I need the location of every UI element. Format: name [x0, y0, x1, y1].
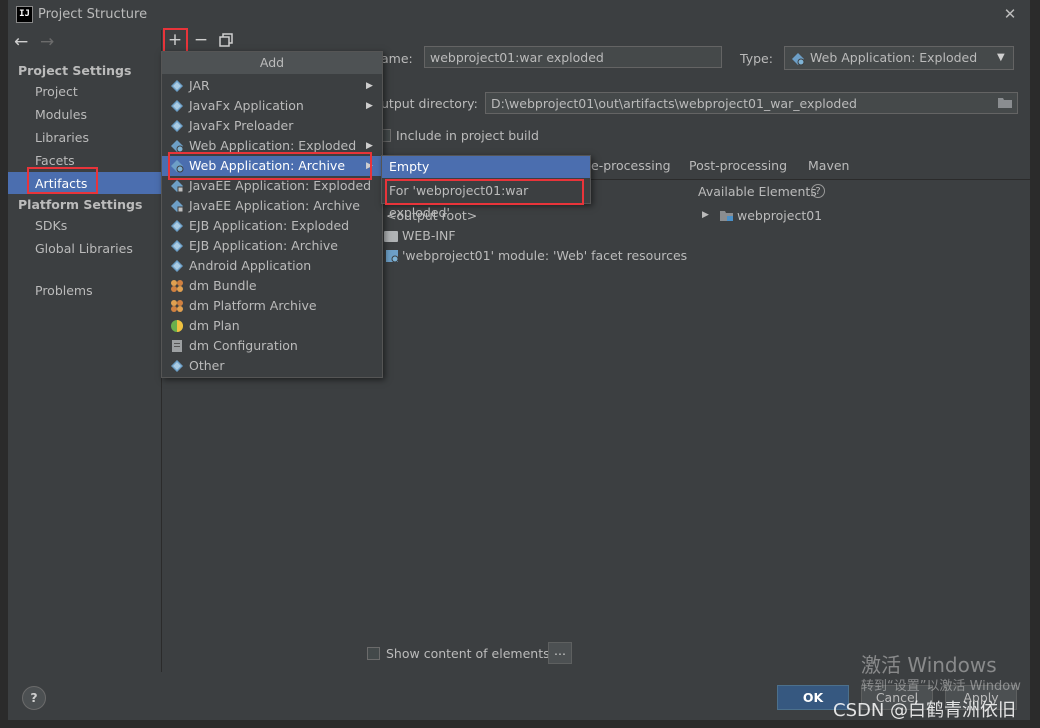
bundle-icon — [170, 279, 184, 293]
add-menu-item[interactable]: JAR ▶ — [162, 76, 382, 96]
type-select-value: Web Application: Exploded — [810, 50, 978, 65]
expand-arrow-icon[interactable]: ▶ — [702, 210, 709, 220]
artifact-details-panel — [363, 30, 1030, 672]
sidebar-item-problems[interactable]: Problems — [35, 283, 93, 298]
artifact-diamond-icon — [170, 119, 184, 133]
archive-item-highlight-box — [168, 152, 372, 180]
add-menu-item-label: JavaEE Application: Archive — [189, 198, 360, 213]
type-label: Type: — [740, 51, 773, 66]
tab-post-processing[interactable]: Post-processing — [689, 158, 787, 173]
close-icon[interactable]: ✕ — [1000, 4, 1020, 24]
web-facet-icon — [385, 249, 399, 263]
chevron-down-icon: ▼ — [997, 52, 1005, 63]
add-menu-item-label: JavaFx Preloader — [189, 118, 294, 133]
for-item-highlight-box — [385, 179, 584, 205]
platform-settings-header: Platform Settings — [18, 197, 143, 212]
sidebar-item-modules[interactable]: Modules — [35, 107, 87, 122]
show-content-label: Show content of elements — [386, 646, 550, 661]
folder-icon — [384, 231, 398, 242]
add-menu-item[interactable]: JavaFx Application ▶ — [162, 96, 382, 116]
project-settings-header: Project Settings — [18, 63, 132, 78]
tree-item-facet-resources[interactable]: 'webproject01' module: 'Web' facet resou… — [402, 248, 687, 263]
tree-item-web-inf[interactable]: WEB-INF — [402, 228, 456, 243]
csdn-watermark: CSDN @白鹤青洲依旧 — [833, 700, 1017, 721]
activate-windows-title: 激活 Windows — [861, 653, 997, 677]
artifact-type-select[interactable]: Web Application: Exploded ▼ — [784, 46, 1014, 70]
web-artifact-icon — [170, 139, 184, 153]
add-menu-item[interactable]: JavaFx Preloader — [162, 116, 382, 136]
available-elements-header: Available Elements — [698, 184, 817, 199]
sidebar-item-libraries[interactable]: Libraries — [35, 130, 89, 145]
remove-button[interactable]: − — [191, 30, 211, 50]
copy-icon[interactable] — [219, 33, 233, 47]
add-menu-item[interactable]: dm Plan — [162, 316, 382, 336]
intellij-logo-icon: IJ — [16, 6, 33, 23]
add-menu-item-label: JavaFx Application — [189, 98, 304, 113]
window-title: Project Structure — [38, 7, 148, 22]
add-menu-item[interactable]: dm Platform Archive — [162, 296, 382, 316]
add-menu-item-label: JAR — [189, 78, 210, 93]
add-menu-item-label: dm Configuration — [189, 338, 298, 353]
artifacts-highlight-box — [27, 167, 98, 194]
add-menu-item-label: EJB Application: Exploded — [189, 218, 350, 233]
add-menu-item[interactable]: EJB Application: Archive — [162, 236, 382, 256]
sidebar-item-project[interactable]: Project — [35, 84, 78, 99]
folder-browse-icon[interactable] — [997, 96, 1013, 109]
include-in-build-label: Include in project build — [396, 128, 539, 143]
artifact-diamond-icon — [170, 219, 184, 233]
web-artifact-icon — [791, 51, 805, 66]
add-menu-item-label: dm Plan — [189, 318, 240, 333]
add-menu-item[interactable]: EJB Application: Exploded — [162, 216, 382, 236]
submenu-item-empty[interactable]: Empty — [382, 156, 590, 178]
add-menu-item-label: EJB Application: Archive — [189, 238, 338, 253]
help-circle-icon[interactable]: ? — [811, 184, 825, 198]
forward-arrow-icon[interactable]: → — [40, 32, 54, 52]
back-arrow-icon[interactable]: ← — [14, 32, 28, 52]
available-item-webproject01[interactable]: webproject01 — [737, 208, 822, 223]
artifact-diamond-icon — [170, 79, 184, 93]
plan-icon — [170, 319, 184, 333]
output-directory-label: utput directory: — [381, 96, 478, 111]
sidebar-item-facets[interactable]: Facets — [35, 153, 75, 168]
settings-sidebar — [8, 30, 161, 672]
sidebar-item-global-libraries[interactable]: Global Libraries — [35, 241, 133, 256]
add-menu-item[interactable]: Android Application — [162, 256, 382, 276]
configuration-icon — [170, 339, 184, 353]
add-menu-item-label: dm Platform Archive — [189, 298, 317, 313]
help-button[interactable]: ? — [22, 686, 46, 710]
submenu-arrow-icon: ▶ — [366, 81, 373, 91]
archive-artifact-icon — [170, 199, 184, 213]
sidebar-item-sdks[interactable]: SDKs — [35, 218, 67, 233]
more-options-button[interactable]: ... — [548, 642, 572, 664]
output-directory-field[interactable]: D:\webproject01\out\artifacts\webproject… — [485, 92, 1018, 114]
bundle-icon — [170, 299, 184, 313]
add-menu-item[interactable]: dm Bundle — [162, 276, 382, 296]
submenu-arrow-icon: ▶ — [366, 101, 373, 111]
artifact-diamond-icon — [170, 99, 184, 113]
tab-maven[interactable]: Maven — [808, 158, 849, 173]
archive-artifact-icon — [170, 179, 184, 193]
name-label: ame: — [381, 51, 413, 66]
add-menu-item-label: Other — [189, 358, 225, 373]
add-menu-item[interactable]: dm Configuration — [162, 336, 382, 356]
add-menu-item-label: Android Application — [189, 258, 312, 273]
artifact-diamond-icon — [170, 359, 184, 373]
add-menu-item[interactable]: Other — [162, 356, 382, 376]
show-content-checkbox[interactable] — [367, 647, 380, 660]
module-icon — [719, 210, 734, 222]
artifact-name-field[interactable]: webproject01:war exploded — [424, 46, 722, 68]
activate-windows-subtitle: 转到“设置”以激活 Window — [861, 679, 1021, 694]
add-menu-item-label: dm Bundle — [189, 278, 257, 293]
title-bar — [8, 0, 1030, 30]
add-menu-item[interactable]: JavaEE Application: Archive — [162, 196, 382, 216]
add-menu-header: Add — [162, 52, 382, 74]
artifact-diamond-icon — [170, 239, 184, 253]
artifact-diamond-icon — [170, 259, 184, 273]
tab-pre-processing[interactable]: e-processing — [591, 158, 671, 173]
